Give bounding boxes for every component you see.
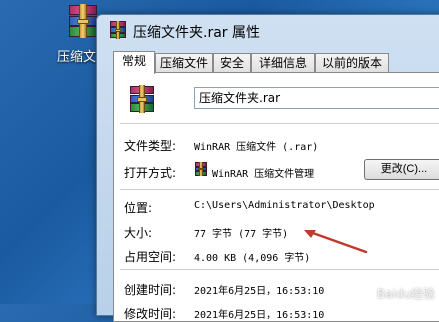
winrar-file-icon xyxy=(66,4,100,38)
size-on-disk-label: 占用空间: xyxy=(124,250,177,264)
tab-details[interactable]: 详细信息 xyxy=(251,53,315,72)
filename-field[interactable]: 压缩文件夹.rar xyxy=(194,87,439,109)
desktop: 压缩文件 压缩文件夹.rar 属性 常规 压缩文件 安全 详细信息 以前的版本 xyxy=(0,0,439,322)
size-on-disk-value: 4.00 KB (4,096 字节) xyxy=(194,253,311,264)
created-label: 创建时间: xyxy=(124,283,177,297)
file-type-label: 文件类型: xyxy=(124,139,177,153)
size-value: 77 字节 (77 字节) xyxy=(194,229,289,240)
winrar-title-icon xyxy=(109,21,127,39)
divider xyxy=(120,269,439,270)
tab-previous-versions[interactable]: 以前的版本 xyxy=(315,53,389,72)
tab-security[interactable]: 安全 xyxy=(213,53,251,72)
winrar-app-icon xyxy=(194,162,208,176)
divider xyxy=(120,189,439,190)
window-title: 压缩文件夹.rar 属性 xyxy=(133,25,260,41)
created-value: 2021年6月25日，16:53:10 xyxy=(194,286,325,297)
watermark: Baidu经验 xyxy=(376,287,435,301)
modified-label: 修改时间: xyxy=(124,307,177,321)
annotation-arrow-icon xyxy=(304,230,368,254)
divider xyxy=(120,123,439,124)
change-button[interactable]: 更改(C)... xyxy=(364,159,439,180)
tab-general[interactable]: 常规 xyxy=(113,51,155,74)
location-value: C:\Users\Administrator\Desktop xyxy=(194,200,375,211)
modified-value: 2021年6月25日，16:53:10 xyxy=(194,310,325,321)
window-titlebar[interactable]: 压缩文件夹.rar 属性 xyxy=(97,15,439,45)
file-type-value: WinRAR 压缩文件 (.rar) xyxy=(194,142,319,153)
tab-archive[interactable]: 压缩文件 xyxy=(155,53,213,72)
open-with-label: 打开方式: xyxy=(124,166,177,180)
size-label: 大小: xyxy=(124,226,153,240)
properties-window: 压缩文件夹.rar 属性 常规 压缩文件 安全 详细信息 以前的版本 压缩文件夹… xyxy=(96,14,439,322)
open-with-value: WinRAR 压缩文件管理 xyxy=(212,169,315,180)
location-label: 位置: xyxy=(124,201,153,215)
winrar-file-large-icon xyxy=(128,85,156,113)
